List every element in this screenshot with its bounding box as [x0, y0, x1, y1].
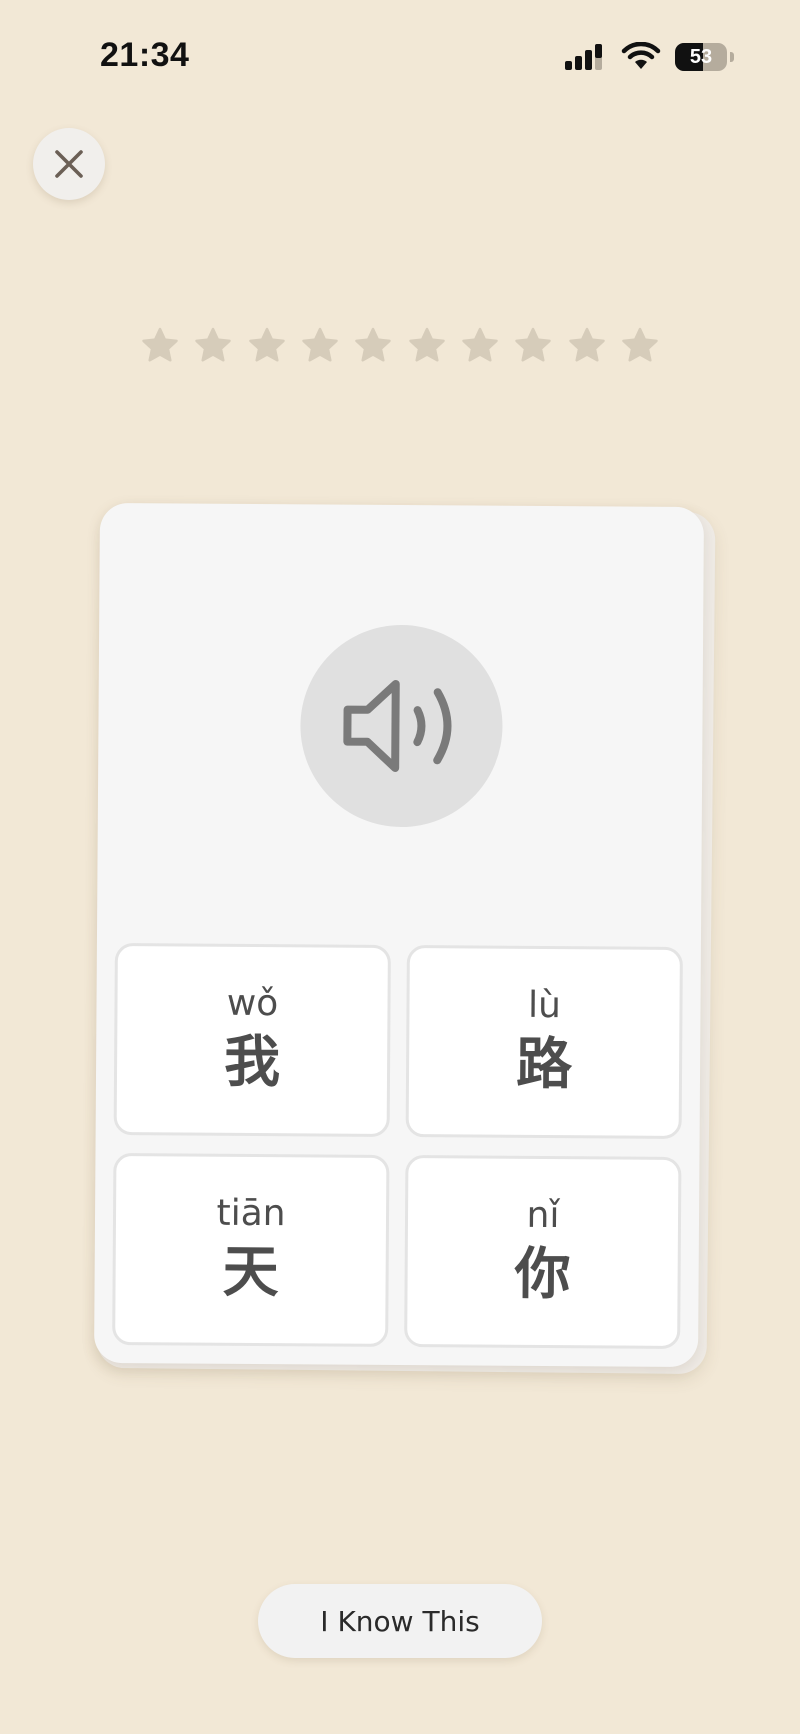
wifi-icon — [621, 42, 661, 69]
star-icon — [462, 327, 498, 362]
i-know-this-button[interactable]: I Know This — [258, 1584, 542, 1658]
close-button[interactable] — [33, 128, 105, 200]
star-icon — [195, 327, 232, 362]
option-pinyin: lù — [527, 984, 562, 1027]
battery-tip — [730, 52, 734, 62]
signal-icon — [565, 44, 602, 70]
status-bar: 21:34 53 — [0, 0, 800, 110]
answer-option-4[interactable]: nǐ 你 — [404, 1155, 682, 1349]
battery-level: 53 — [689, 46, 713, 68]
progress-stars — [140, 326, 660, 368]
answer-options: wǒ 我 lù 路 tiān 天 nǐ 你 — [112, 943, 685, 1349]
answer-option-1[interactable]: wǒ 我 — [113, 943, 391, 1137]
play-audio-button[interactable] — [299, 624, 504, 828]
answer-option-3[interactable]: tiān 天 — [112, 1153, 390, 1347]
flashcard-stack: wǒ 我 lù 路 tiān 天 nǐ 你 — [94, 502, 716, 1375]
option-pinyin: tiān — [216, 1192, 286, 1235]
star-icon — [302, 327, 338, 362]
star-icon — [515, 327, 552, 362]
option-hanzi: 路 — [515, 1031, 573, 1098]
option-pinyin: nǐ — [526, 1194, 560, 1237]
star-icon — [408, 327, 445, 362]
star-icon — [142, 327, 178, 362]
option-hanzi: 我 — [223, 1029, 281, 1096]
speaker-icon — [343, 679, 452, 772]
status-icons: 53 — [565, 42, 734, 72]
star-icon — [622, 327, 658, 362]
flashcard: wǒ 我 lù 路 tiān 天 nǐ 你 — [94, 502, 704, 1368]
answer-option-2[interactable]: lù 路 — [405, 945, 683, 1139]
option-hanzi: 天 — [222, 1239, 279, 1306]
status-time: 21:34 — [100, 36, 190, 74]
battery-icon: 53 — [675, 43, 727, 71]
option-pinyin: wǒ — [226, 982, 279, 1025]
star-icon — [355, 327, 392, 362]
star-icon — [568, 327, 605, 362]
close-icon — [55, 150, 83, 178]
star-icon — [248, 327, 285, 362]
option-hanzi: 你 — [514, 1241, 571, 1308]
